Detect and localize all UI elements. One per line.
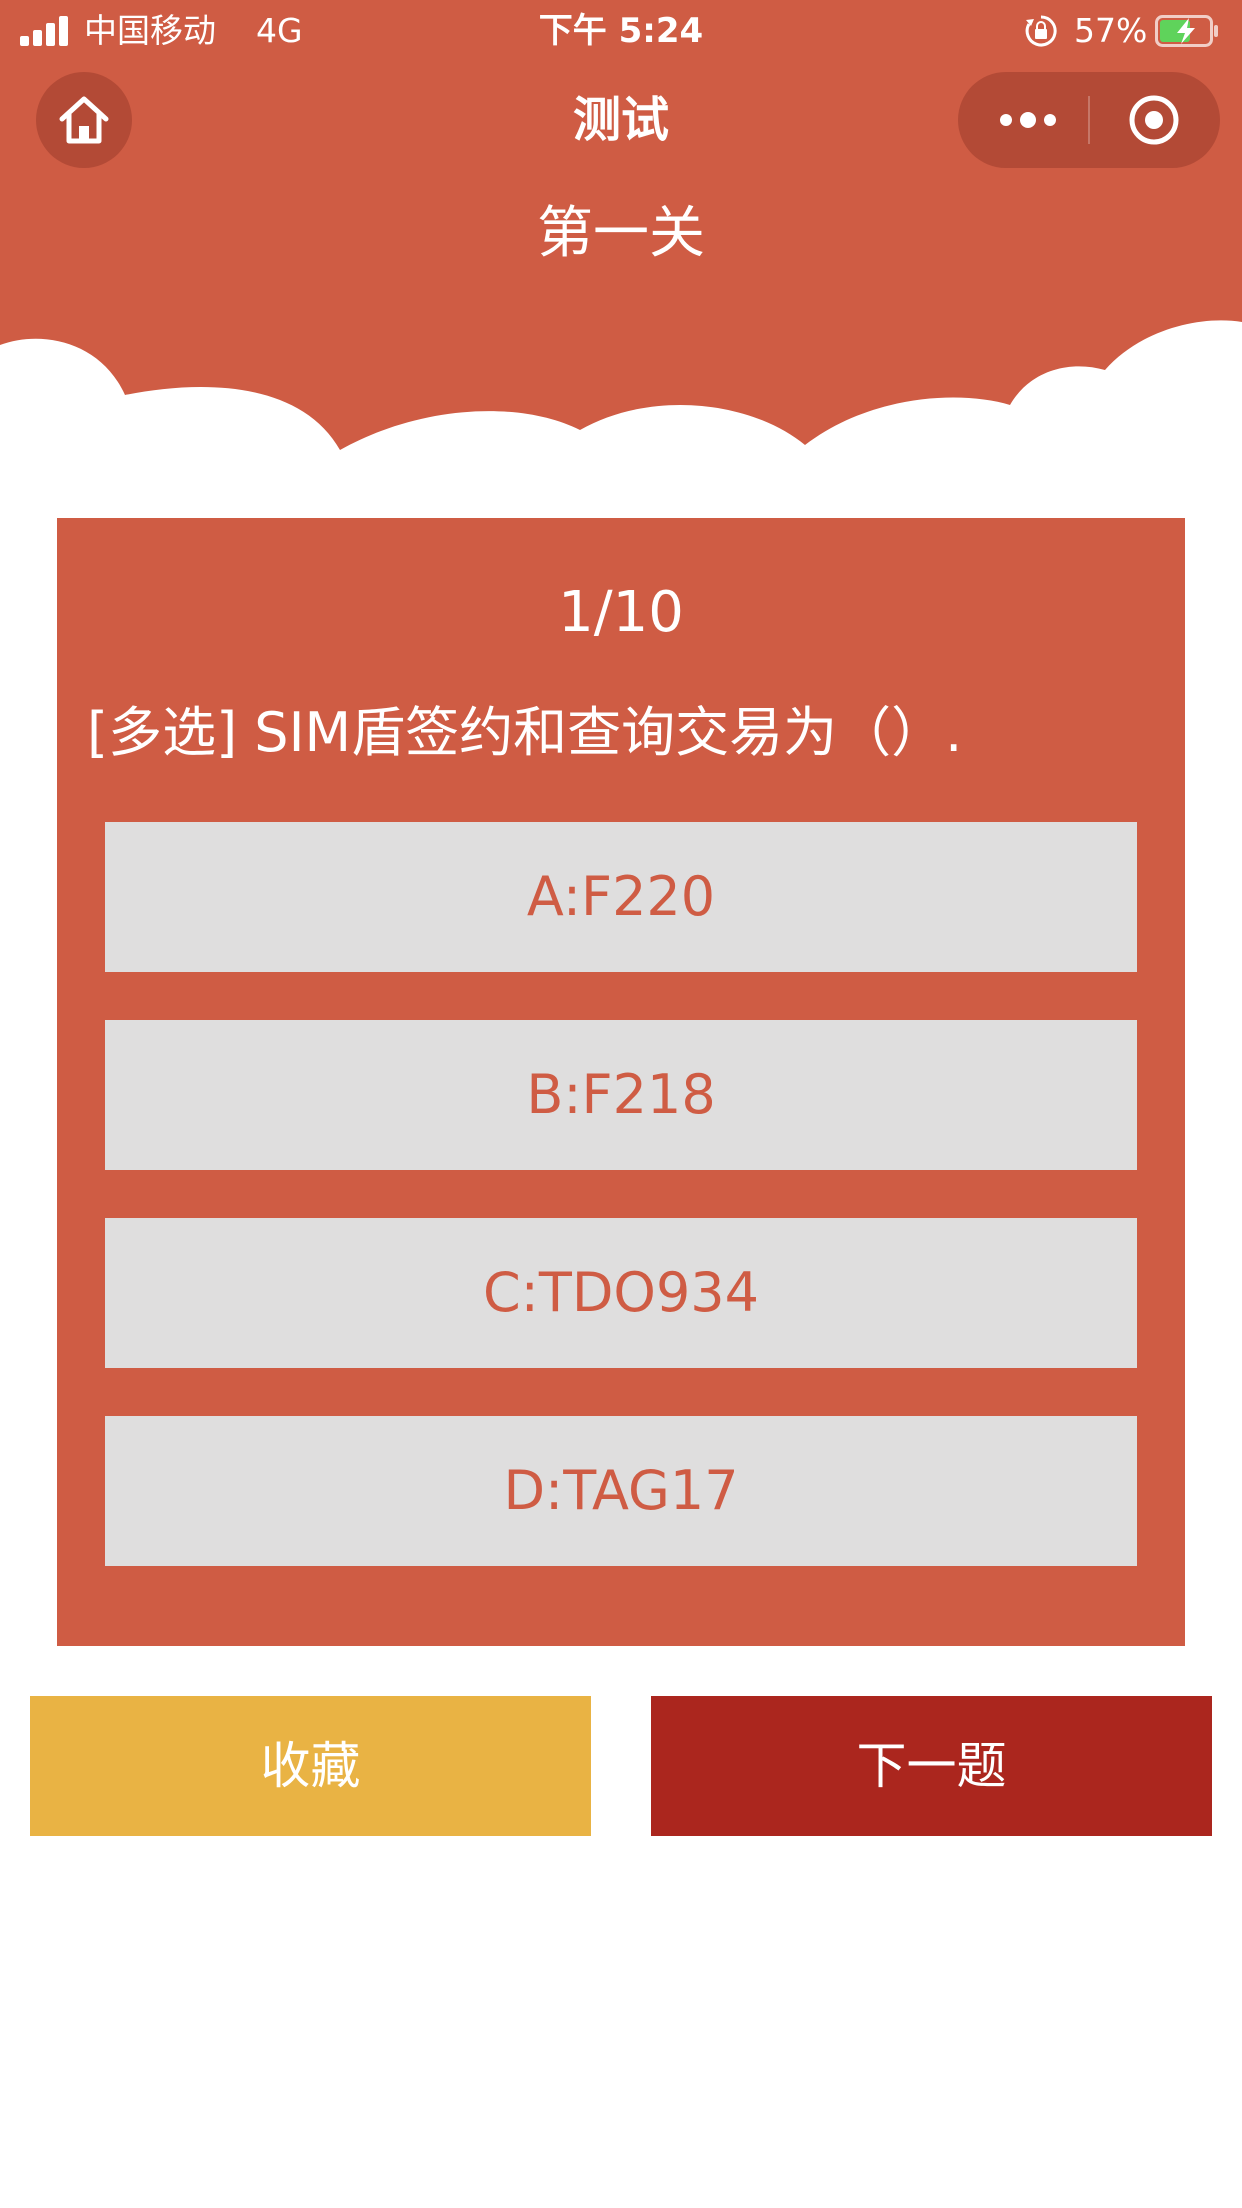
battery-percent: 57%	[1074, 11, 1148, 50]
option-b[interactable]: B:F218	[105, 1020, 1137, 1170]
question-text: [多选] SIM盾签约和查询交易为（）.	[87, 701, 963, 764]
battery-charging-icon	[1155, 15, 1218, 47]
question-progress: 1/10	[558, 580, 684, 645]
option-c[interactable]: C:TDO934	[105, 1218, 1137, 1368]
close-target-icon[interactable]	[1128, 94, 1180, 146]
level-title: 第一关	[537, 201, 705, 266]
status-bar: 中国移动 4G 下午 5:24 57%	[0, 0, 1242, 62]
option-d[interactable]: D:TAG17	[105, 1416, 1137, 1566]
rotation-lock-icon	[1025, 15, 1057, 47]
quiz-page: 中国移动 4G 下午 5:24 57% 测试 第一关 1/10 [多选] SIM…	[0, 0, 1242, 2208]
option-a[interactable]: A:F220	[105, 822, 1137, 972]
next-question-button[interactable]: 下一题	[651, 1696, 1212, 1836]
cloud-decoration	[0, 320, 1242, 530]
favorite-button[interactable]: 收藏	[30, 1696, 591, 1836]
capsule-divider	[1088, 96, 1090, 144]
question-card: 1/10 [多选] SIM盾签约和查询交易为（）. A:F220 B:F218 …	[57, 518, 1185, 1646]
mini-program-capsule	[958, 72, 1220, 168]
more-dots-icon[interactable]	[998, 106, 1058, 134]
